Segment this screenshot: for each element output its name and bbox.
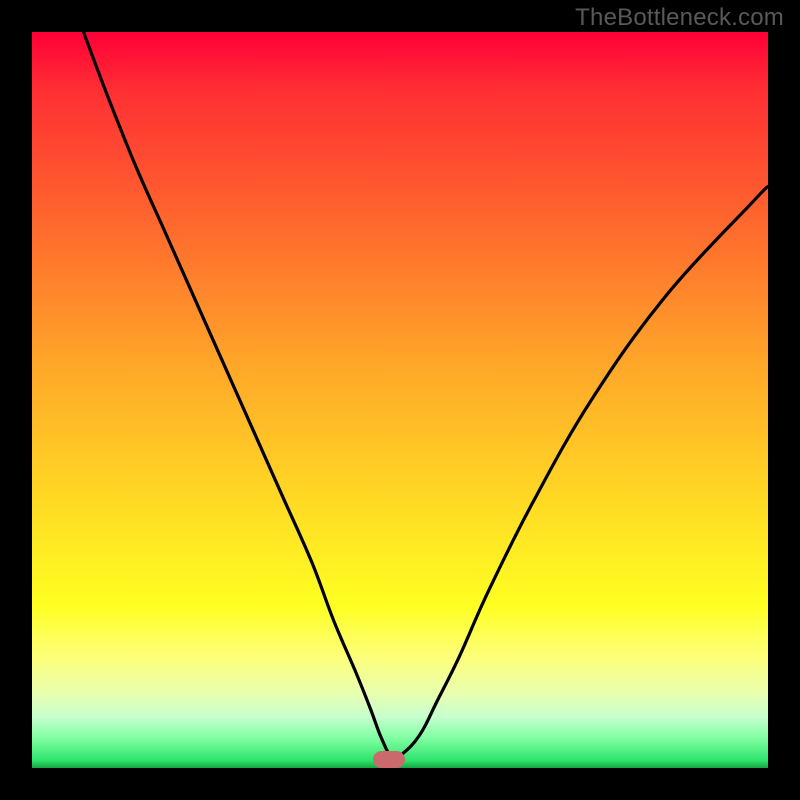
chart-frame: TheBottleneck.com [0,0,800,800]
bottleneck-curve [32,32,768,768]
optimal-point-marker [373,751,405,768]
watermark-label: TheBottleneck.com [575,4,784,32]
plot-area [32,32,768,768]
